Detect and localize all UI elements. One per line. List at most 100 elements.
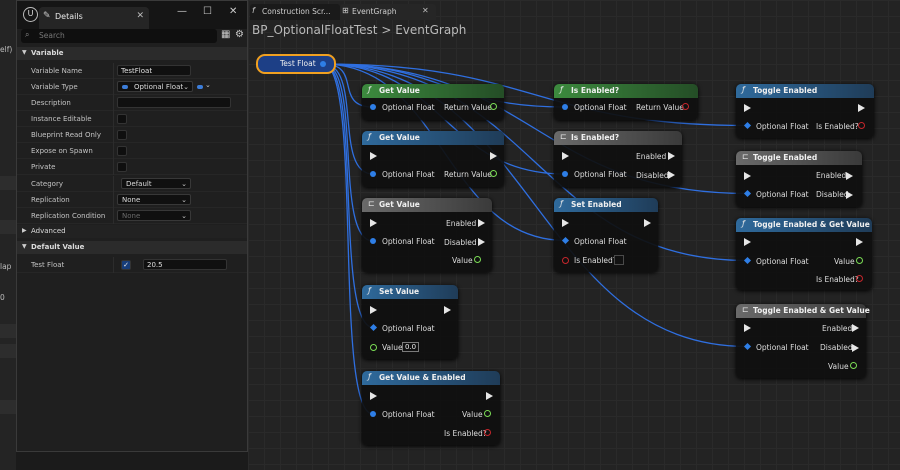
test-float-variable-node[interactable]: Test Float	[256, 54, 336, 74]
gear-icon[interactable]: ⚙	[235, 29, 244, 40]
optional-float-input-pin[interactable]	[370, 238, 376, 244]
is-enabled-output-pin[interactable]	[856, 275, 863, 282]
enabled-exec-pin[interactable]	[668, 152, 675, 160]
optional-float-ref-pin[interactable]	[561, 236, 570, 245]
optional-float-ref-pin[interactable]	[743, 256, 752, 265]
exec-output-pin[interactable]	[644, 219, 651, 227]
branch-icon: ⊏	[560, 132, 567, 141]
section-variable[interactable]: ▼ Variable	[17, 47, 247, 60]
close-tab-icon[interactable]: ✕	[136, 11, 144, 21]
exec-output-pin[interactable]	[444, 306, 451, 314]
optional-float-ref-pin[interactable]	[743, 121, 752, 130]
exec-input-pin[interactable]	[562, 219, 569, 227]
replication-dropdown[interactable]: None ⌄	[117, 194, 191, 205]
return-value-pin[interactable]	[490, 170, 497, 177]
close-window-button[interactable]: ✕	[229, 6, 237, 17]
variable-output-pin[interactable]	[320, 61, 326, 67]
test-float-enabled-checkbox[interactable]: ✓	[121, 260, 131, 270]
return-value-pin[interactable]	[682, 103, 689, 110]
exec-input-pin[interactable]	[744, 324, 751, 332]
exec-output-pin[interactable]	[486, 392, 493, 400]
blueprint-read-only-checkbox[interactable]	[117, 130, 127, 140]
optional-float-ref-pin[interactable]	[369, 323, 378, 332]
disabled-exec-pin[interactable]	[852, 344, 859, 352]
section-advanced[interactable]: ▶ Advanced	[17, 225, 247, 238]
optional-float-input-pin[interactable]	[370, 411, 376, 417]
disabled-exec-pin[interactable]	[478, 238, 485, 246]
minimize-button[interactable]: —	[177, 6, 187, 17]
value-output-pin[interactable]	[484, 410, 491, 417]
event-graph-canvas[interactable]: f Construction Scr... ⊞ EventGraph ✕ BP_…	[248, 0, 900, 470]
exec-output-pin[interactable]	[858, 104, 865, 112]
value-output-pin[interactable]	[474, 256, 481, 263]
optional-float-input-pin[interactable]	[370, 171, 376, 177]
exec-input-pin[interactable]	[744, 104, 751, 112]
get-value-and-enabled-node[interactable]: ƒ Get Value & Enabled Optional Float Val…	[362, 371, 500, 445]
enabled-exec-pin[interactable]	[478, 219, 485, 227]
get-value-switch-node[interactable]: ⊏ Get Value Enabled Optional Float Disab…	[362, 198, 492, 272]
variable-type-dropdown[interactable]: Optional Float ⌄	[117, 81, 193, 92]
test-float-value-input[interactable]: 20.5	[143, 259, 227, 270]
exec-input-pin[interactable]	[370, 219, 377, 227]
is-enabled-input-pin[interactable]	[562, 257, 569, 264]
node-header: ⊏ Get Value	[362, 198, 492, 212]
toggle-enabled-switch-node[interactable]: ⊏ Toggle Enabled Enabled Optional Float …	[736, 151, 862, 207]
is-enabled-output-pin[interactable]	[484, 429, 491, 436]
section-default-value[interactable]: ▼ Default Value	[17, 241, 247, 254]
value-input-pin[interactable]	[370, 344, 377, 351]
is-enabled-switch-node[interactable]: ⊏ Is Enabled? Enabled Optional Float Dis…	[554, 131, 682, 187]
disabled-exec-pin[interactable]	[846, 191, 853, 199]
optional-float-input-pin[interactable]	[370, 104, 376, 110]
exec-input-pin[interactable]	[744, 172, 751, 180]
is-enabled-pure-node[interactable]: ƒ Is Enabled? Optional Float Return Valu…	[554, 84, 698, 120]
expose-on-spawn-checkbox[interactable]	[117, 146, 127, 156]
replication-condition-dropdown[interactable]: None ⌄	[117, 210, 191, 221]
value-output-pin[interactable]	[856, 257, 863, 264]
chevron-down-icon: ⌄	[181, 180, 187, 188]
category-dropdown[interactable]: Default ⌄	[121, 178, 191, 189]
value-input-box[interactable]: 0.0	[402, 342, 420, 352]
search-input[interactable]: ⌕ Search	[21, 29, 217, 43]
details-tab[interactable]: ✎ Details ✕	[39, 7, 149, 29]
return-value-pin[interactable]	[490, 103, 497, 110]
instance-editable-checkbox[interactable]	[117, 114, 127, 124]
chevron-down-icon[interactable]: ⌄	[205, 81, 211, 89]
variable-name-input[interactable]: TestFloat	[117, 65, 191, 76]
set-enabled-node[interactable]: ƒ Set Enabled Optional Float Is Enabled?	[554, 198, 658, 272]
set-value-node[interactable]: ƒ Set Value Optional Float Value 0.0	[362, 285, 458, 359]
exec-input-pin[interactable]	[744, 238, 751, 246]
grid-view-icon[interactable]: ▦	[221, 29, 230, 40]
pin-label: Disabled	[444, 238, 477, 247]
exec-output-pin[interactable]	[490, 152, 497, 160]
toggle-enabled-get-value-node[interactable]: ƒ Toggle Enabled & Get Value Optional Fl…	[736, 218, 872, 290]
container-type-pill-icon[interactable]	[197, 85, 203, 89]
disabled-exec-pin[interactable]	[668, 171, 675, 179]
enabled-exec-pin[interactable]	[846, 172, 853, 180]
prop-divider	[113, 208, 114, 224]
get-value-exec-node[interactable]: ƒ Get Value Optional Float Return Value	[362, 131, 504, 187]
description-input[interactable]	[117, 97, 231, 108]
exec-input-pin[interactable]	[370, 392, 377, 400]
maximize-button[interactable]: ☐	[203, 6, 212, 17]
exec-input-pin[interactable]	[562, 152, 569, 160]
prop-divider	[113, 257, 114, 273]
enabled-exec-pin[interactable]	[852, 324, 859, 332]
toggle-enabled-get-value-switch-node[interactable]: ⊏ Toggle Enabled & Get Value Enabled Opt…	[736, 304, 870, 378]
is-enabled-checkbox[interactable]	[614, 255, 624, 265]
pin-label: Enabled	[822, 324, 853, 333]
optional-float-input-pin[interactable]	[562, 171, 568, 177]
get-value-pure-node[interactable]: ƒ Get Value Optional Float Return Value	[362, 84, 504, 120]
exec-input-pin[interactable]	[370, 306, 377, 314]
value-output-pin[interactable]	[850, 362, 857, 369]
toggle-enabled-call-node[interactable]: ƒ Toggle Enabled Optional Float Is Enabl…	[736, 84, 874, 138]
exec-output-pin[interactable]	[856, 238, 863, 246]
node-title: Toggle Enabled	[753, 86, 818, 95]
optional-float-ref-pin[interactable]	[743, 189, 752, 198]
optional-float-input-pin[interactable]	[562, 104, 568, 110]
is-enabled-output-pin[interactable]	[858, 122, 865, 129]
private-checkbox[interactable]	[117, 162, 127, 172]
exec-input-pin[interactable]	[370, 152, 377, 160]
pin-label: Optional Float	[756, 343, 809, 352]
optional-float-ref-pin[interactable]	[743, 342, 752, 351]
branch-icon: ⊏	[368, 199, 375, 208]
